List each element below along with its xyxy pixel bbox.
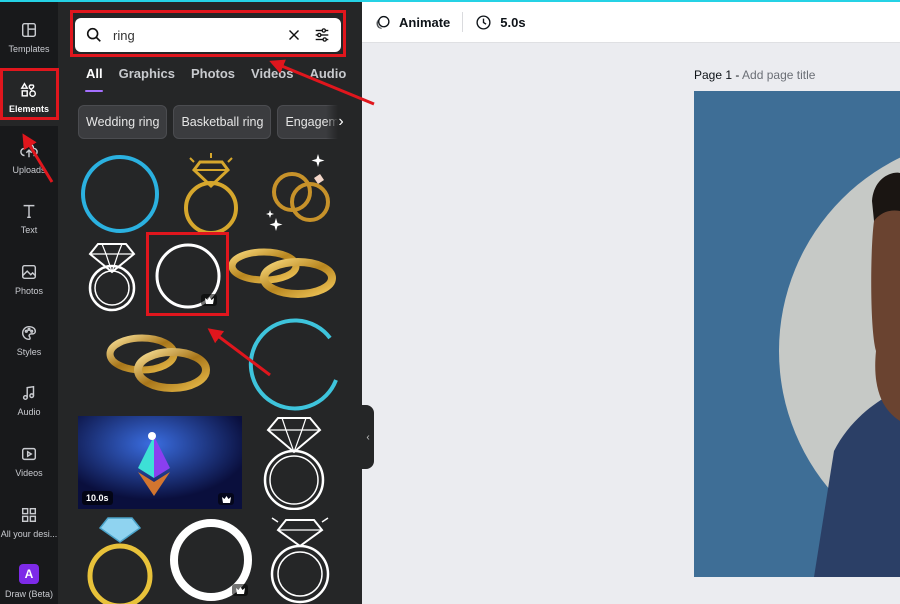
rail-item-photos[interactable]: Photos	[0, 250, 58, 308]
result-gold-wedding-bands[interactable]	[228, 240, 340, 312]
rail-item-draw[interactable]: A Draw (Beta)	[0, 552, 58, 604]
left-rail: Templates Elements Uploads Text Photos S…	[0, 0, 58, 604]
videos-icon	[21, 447, 37, 460]
editor-toolbar: Animate 5.0s	[362, 0, 900, 43]
rail-item-label: All your desi...	[0, 528, 58, 539]
rail-item-label: Uploads	[12, 164, 46, 175]
templates-icon	[21, 22, 37, 37]
search-bar[interactable]: ring	[75, 18, 341, 52]
design-page[interactable]	[694, 91, 900, 577]
video-duration: 10.0s	[82, 491, 113, 505]
elements-panel: ring All Graphics Photos Videos Audio We…	[58, 0, 362, 604]
suggestion-chips: Wedding ring Basketball ring Engagem	[78, 105, 347, 139]
result-gold-blue-diamond-ring[interactable]	[82, 514, 158, 604]
rail-item-label: Elements	[8, 103, 50, 114]
active-tab-indicator	[85, 90, 103, 92]
audio-icon	[22, 385, 35, 400]
tab-graphics[interactable]: Graphics	[119, 66, 175, 81]
result-thick-white-ring[interactable]	[166, 514, 256, 604]
rail-item-label: Videos	[15, 467, 43, 478]
all-designs-icon	[21, 507, 37, 522]
result-gold-rings-photo[interactable]	[102, 324, 214, 408]
animate-button[interactable]: Animate	[374, 14, 450, 31]
chip-basketball-ring[interactable]: Basketball ring	[173, 105, 272, 139]
tab-all[interactable]: All	[86, 66, 103, 81]
result-partial-teal-ring[interactable]	[248, 316, 344, 412]
tab-audio[interactable]: Audio	[309, 66, 346, 81]
search-icon	[86, 27, 101, 42]
rail-item-label: Photos	[14, 285, 44, 296]
animate-icon	[376, 15, 390, 29]
rail-item-label: Templates	[8, 43, 50, 54]
search-input[interactable]: ring	[103, 28, 285, 43]
rail-item-label: Text	[20, 224, 38, 235]
rail-item-styles[interactable]: Styles	[0, 311, 58, 369]
styles-icon	[21, 325, 37, 340]
uploads-icon	[20, 142, 38, 157]
result-outline-sparkle-ring[interactable]	[264, 514, 336, 604]
toolbar-divider	[462, 12, 464, 32]
page-number: Page 1 -	[694, 68, 740, 82]
clear-icon[interactable]	[285, 26, 303, 44]
result-white-ring-premium[interactable]	[151, 238, 225, 314]
rail-item-uploads[interactable]: Uploads	[0, 129, 58, 187]
duration-button[interactable]: 5.0s	[475, 14, 526, 31]
rail-item-templates[interactable]: Templates	[0, 8, 58, 66]
collapse-panel-button[interactable]: ‹	[362, 405, 374, 469]
duration-label: 5.0s	[500, 14, 526, 30]
rail-item-elements[interactable]: Elements	[0, 68, 58, 126]
tab-videos[interactable]: Videos	[251, 66, 293, 81]
premium-crown-icon	[201, 294, 217, 306]
elements-icon	[20, 81, 37, 97]
result-tabs: All Graphics Photos Videos Audio	[86, 66, 346, 81]
rail-item-label: Audio	[17, 406, 41, 417]
filter-icon[interactable]	[313, 26, 331, 44]
result-gold-double-rings[interactable]	[262, 150, 342, 238]
portrait-image[interactable]	[694, 91, 900, 577]
page-label: Page 1 - Add page title	[694, 68, 815, 82]
clock-icon	[476, 14, 491, 30]
rail-item-audio[interactable]: Audio	[0, 371, 58, 429]
result-blue-ring[interactable]	[76, 150, 164, 238]
premium-crown-icon	[232, 584, 248, 596]
animate-label: Animate	[399, 14, 451, 30]
tab-photos[interactable]: Photos	[191, 66, 235, 81]
rail-item-label: Styles	[16, 346, 42, 357]
result-outline-diamond-ring-2[interactable]	[258, 414, 330, 511]
photos-icon	[21, 264, 37, 279]
page-title-input[interactable]: Add page title	[742, 68, 815, 82]
rail-item-text[interactable]: Text	[0, 189, 58, 247]
chips-next-button[interactable]: ›	[326, 105, 356, 139]
draw-icon: A	[19, 563, 39, 584]
rail-item-all-designs[interactable]: All your desi...	[0, 493, 58, 551]
premium-crown-icon	[218, 493, 234, 505]
text-icon	[23, 204, 35, 218]
result-crystal-video[interactable]: 10.0s	[78, 416, 242, 509]
rail-item-label: Draw (Beta)	[4, 588, 53, 599]
chip-wedding-ring[interactable]: Wedding ring	[78, 105, 168, 139]
rail-item-videos[interactable]: Videos	[0, 432, 58, 490]
result-gold-diamond-ring[interactable]	[176, 150, 246, 238]
result-outline-diamond-ring[interactable]	[82, 238, 142, 314]
